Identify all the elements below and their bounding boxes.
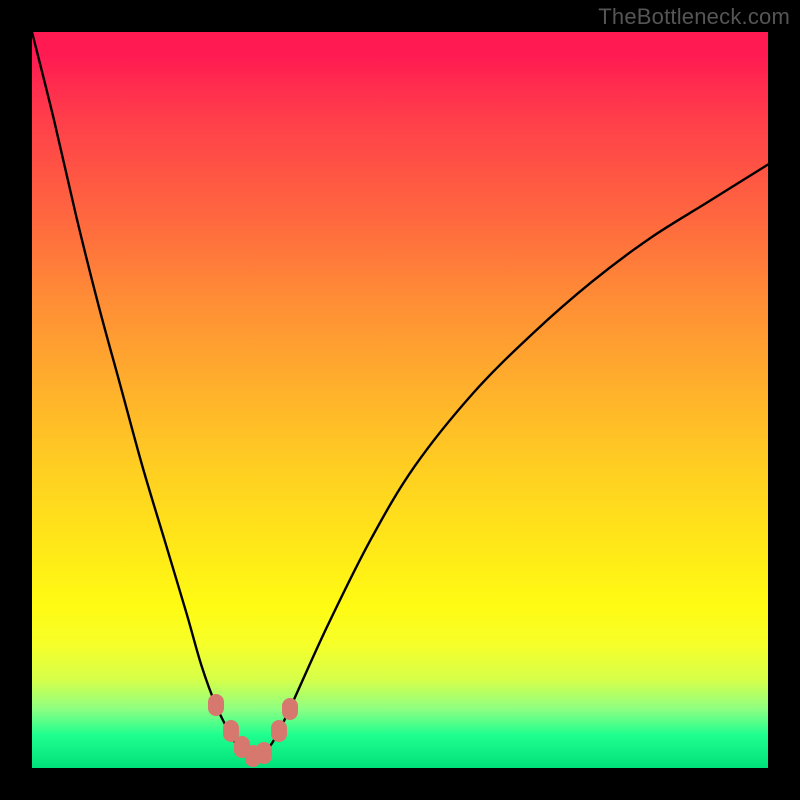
curve-marker — [271, 720, 287, 742]
plot-area — [32, 32, 768, 768]
watermark-text: TheBottleneck.com — [598, 4, 790, 30]
curve-marker — [282, 698, 298, 720]
curve-marker — [208, 694, 224, 716]
curve-marker — [256, 742, 272, 764]
bottleneck-curve — [32, 32, 768, 768]
chart-frame: TheBottleneck.com — [0, 0, 800, 800]
